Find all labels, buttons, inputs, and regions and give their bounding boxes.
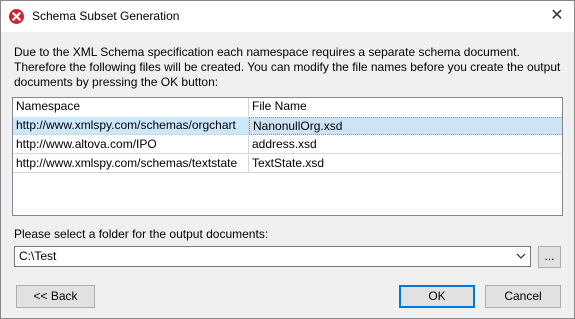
description-line: documents by pressing the OK button: <box>14 75 219 89</box>
namespace-cell: http://www.xmlspy.com/schemas/orgchart <box>13 117 249 135</box>
table-header-row: Namespace File Name <box>13 98 562 116</box>
namespace-cell: http://www.altova.com/IPO <box>13 136 249 154</box>
file-name-cell[interactable]: address.xsd <box>249 136 562 154</box>
table-row[interactable]: http://www.xmlspy.com/schemas/textstate … <box>13 155 562 173</box>
title-bar: Schema Subset Generation ✕ <box>1 1 574 32</box>
description-line: Due to the XML Schema specification each… <box>14 45 520 59</box>
cancel-button[interactable]: Cancel <box>485 285 561 308</box>
description-line: Therefore the following files will be cr… <box>14 60 561 74</box>
table-row[interactable]: http://www.xmlspy.com/schemas/orgchart N… <box>13 117 562 135</box>
output-folder-value: C:\Test <box>19 249 57 263</box>
description-text: Due to the XML Schema specification each… <box>14 45 566 90</box>
dialog-window: Schema Subset Generation ✕ Due to the XM… <box>0 0 575 319</box>
window-title: Schema Subset Generation <box>32 9 180 23</box>
column-header-file-name[interactable]: File Name <box>249 98 562 116</box>
ok-button[interactable]: OK <box>399 285 475 308</box>
column-header-namespace[interactable]: Namespace <box>13 98 249 116</box>
output-folder-combobox[interactable]: C:\Test <box>14 246 531 267</box>
file-name-cell[interactable]: TextState.xsd <box>249 155 562 173</box>
browse-folder-button[interactable]: ... <box>538 246 561 268</box>
namespace-file-table[interactable]: Namespace File Name http://www.xmlspy.co… <box>12 97 563 216</box>
table-row[interactable]: http://www.altova.com/IPO address.xsd <box>13 136 562 154</box>
back-button[interactable]: << Back <box>16 285 95 308</box>
namespace-cell: http://www.xmlspy.com/schemas/textstate <box>13 155 249 173</box>
output-folder-label: Please select a folder for the output do… <box>14 227 269 241</box>
close-icon[interactable]: ✕ <box>548 7 566 25</box>
altova-app-icon <box>9 9 24 24</box>
file-name-cell[interactable]: NanonullOrg.xsd <box>249 117 562 135</box>
chevron-down-icon[interactable] <box>516 250 526 262</box>
